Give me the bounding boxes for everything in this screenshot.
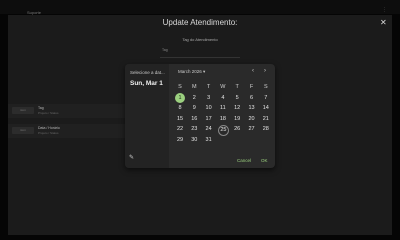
calendar-day[interactable]: 9: [187, 103, 201, 114]
chevron-down-icon: ▾: [203, 69, 206, 74]
day-number: 5: [235, 94, 239, 101]
tag-label: Tag do Atendimento: [182, 37, 218, 42]
day-number: 26: [234, 126, 241, 133]
day-number: 22: [176, 126, 184, 133]
calendar-day[interactable]: 3: [202, 93, 216, 104]
tag-input[interactable]: [160, 45, 240, 58]
calendar-day[interactable]: 2: [187, 93, 201, 104]
calendar-day[interactable]: 29: [173, 135, 187, 146]
day-number: 3: [207, 94, 211, 101]
calendar-day[interactable]: 7: [259, 93, 273, 104]
day-number: 21: [262, 115, 269, 122]
chevron-right-icon[interactable]: ›: [264, 68, 266, 74]
calendar-day[interactable]: 19: [230, 114, 244, 125]
day-number: 10: [205, 105, 212, 112]
ok-button[interactable]: OK: [261, 158, 268, 163]
edit-icon[interactable]: ✎: [129, 154, 134, 161]
day-number: 13: [248, 105, 255, 112]
calendar-day[interactable]: 28: [259, 124, 273, 135]
calendar-day[interactable]: 6: [245, 93, 259, 104]
month-year-selector[interactable]: March 2026 ▾: [178, 69, 205, 75]
calendar-day[interactable]: 11: [216, 103, 230, 114]
calendar-day[interactable]: 18: [216, 114, 230, 125]
weekday-header: T: [235, 84, 239, 90]
calendar-day[interactable]: 13: [245, 103, 259, 114]
date-picker-dialog: Selecione a dat... Sun, Mar 1 ✎ March 20…: [125, 64, 275, 168]
month-label: March 2026: [178, 69, 202, 74]
day-number: 9: [192, 105, 196, 112]
weekday-header: M: [192, 84, 197, 90]
calendar-day[interactable]: 23: [187, 124, 201, 135]
day-number: 31: [205, 137, 212, 143]
calendar-day[interactable]: 31: [202, 135, 216, 146]
day-number: 15: [176, 115, 184, 122]
calendar-day[interactable]: 1: [173, 92, 187, 104]
list-item-title: Tag: [38, 106, 44, 110]
day-number: 2: [192, 94, 196, 101]
day-number: 4: [221, 94, 225, 101]
calendar-day[interactable]: 16: [187, 114, 201, 125]
calendar-day[interactable]: 17: [202, 114, 216, 125]
calendar-day[interactable]: 27: [245, 124, 259, 135]
tag-input-value: Tag: [162, 48, 168, 52]
selected-day: 1: [175, 92, 185, 103]
select-date-label: Selecione a dat...: [130, 70, 165, 75]
modal-title: Update Atendimento:: [162, 18, 238, 27]
more-icon[interactable]: ⋮: [382, 7, 387, 13]
weekday-header: F: [249, 84, 254, 90]
calendar-day[interactable]: 22: [173, 124, 187, 135]
day-number: 29: [176, 137, 184, 143]
day-number: 27: [248, 126, 255, 133]
calendar-day[interactable]: 26: [230, 124, 244, 135]
day-number: 16: [191, 115, 198, 122]
calendar-day[interactable]: 20: [245, 114, 259, 125]
list-item-title: Data / Horário: [38, 126, 60, 130]
close-icon[interactable]: ✕: [380, 18, 387, 27]
weekday-header: S: [263, 84, 268, 90]
cancel-button[interactable]: Cancel: [237, 158, 251, 163]
list-item-subtitle: Projeto / Status: [38, 131, 59, 135]
selected-date-display: Sun, Mar 1: [130, 80, 163, 87]
calendar-day[interactable]: 15: [173, 114, 187, 125]
day-number: 6: [249, 94, 254, 101]
day-number: 19: [234, 115, 241, 122]
calendar-day[interactable]: 12: [230, 103, 244, 114]
avatar: icon: [12, 107, 34, 114]
chevron-left-icon[interactable]: ‹: [252, 68, 254, 74]
day-number: 18: [219, 115, 226, 122]
day-number: 11: [220, 105, 226, 112]
day-number: 24: [205, 126, 212, 133]
calendar-day[interactable]: 24: [202, 124, 216, 135]
day-number: 25: [217, 124, 229, 136]
day-number: 14: [262, 105, 269, 112]
avatar: icon: [12, 127, 34, 134]
day-number: 8: [178, 105, 182, 112]
day-number: 20: [248, 115, 255, 122]
list-item-subtitle: Projeto / Status: [38, 111, 59, 115]
day-number: 12: [234, 105, 241, 112]
weekday-header: W: [220, 84, 226, 90]
calendar-day[interactable]: 25: [216, 124, 230, 136]
weekday-header: T: [206, 84, 211, 90]
calendar-day[interactable]: 8: [173, 103, 187, 114]
day-number: 17: [205, 115, 212, 122]
calendar-day[interactable]: 14: [259, 103, 273, 114]
app-topbar: [0, 0, 400, 14]
calendar-day[interactable]: 21: [259, 114, 273, 125]
calendar-day[interactable]: 4: [216, 93, 230, 104]
day-number: 30: [191, 137, 198, 143]
day-number: 7: [264, 94, 268, 101]
calendar-day[interactable]: 30: [187, 135, 201, 146]
day-number: 23: [191, 126, 198, 133]
calendar-day[interactable]: 10: [202, 103, 216, 114]
weekday-header: S: [178, 84, 182, 90]
day-number: 28: [262, 126, 269, 133]
calendar-day[interactable]: 5: [230, 93, 244, 104]
